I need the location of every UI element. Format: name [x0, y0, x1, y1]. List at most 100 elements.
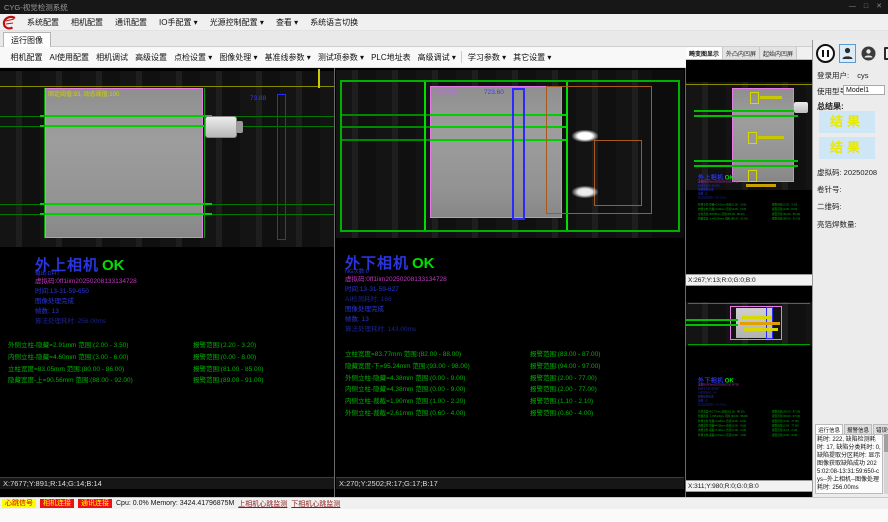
mini-tab-distortion[interactable]: 畸变图显示: [686, 47, 723, 59]
measurement-value: 隐藏宽度-下=95.24mm 范围:(93.00 - 98.00): [345, 363, 470, 370]
tool-camera-config[interactable]: 相机配置: [7, 50, 46, 65]
left-measurement-list: 外侧立柱-隐藏=2.91mm 范围:(2.00 - 3.50) 报警范围:(2.2…: [8, 340, 334, 387]
measurement-alarm: 报警范围:(89.00 - 91.00): [772, 217, 800, 222]
exit-door-icon: [883, 46, 888, 61]
yellow-marker-label: [760, 96, 782, 99]
mini-tab-start[interactable]: 起始内凹屏: [760, 47, 797, 59]
log-text-area[interactable]: 耗时: 222, 缺陷检测耗时: 17, 缺陷分类耗时: 0, 缺陷提取分区耗时…: [815, 434, 883, 494]
user-icon: [842, 47, 853, 60]
menu-language-switch[interactable]: 系统语言切换: [304, 17, 364, 28]
mini-tab-convex[interactable]: 外凸内凹屏: [723, 47, 760, 59]
measurement-alarm: 报警范围:(0.00 - 8.00): [193, 352, 256, 364]
model-input[interactable]: Model1: [843, 85, 885, 95]
menu-view[interactable]: 查看 ▾: [270, 17, 304, 28]
menu-camera-config[interactable]: 相机配置: [65, 17, 109, 28]
measurement-row: 隐藏宽度-下=95.24mm 范围:(93.00 - 98.00) 报警范围:(9…: [345, 361, 675, 373]
measurement-value: 外侧立柱-隐藏=2.91mm 范围:(2.00 - 3.50): [8, 342, 128, 349]
measurement-value: 外侧立柱-隐藏=2.91mm 范围:(2.00 - 3.50): [698, 203, 746, 206]
measurement-alarm: 报警范围:(94.00 - 97.00): [530, 361, 600, 373]
left-camera-panel[interactable]: 73.88 固定阈值:93, 动态阈值:100 外上相机OK 输出:DFIT 虚…: [0, 68, 334, 497]
connector-part: [794, 102, 808, 113]
measurement-value: 外侧立柱-隐藏=4.38mm 范围:(0.00 - 9.00): [345, 375, 465, 382]
tool-camera-debug[interactable]: 相机调试: [93, 50, 132, 65]
measurement-row: 内侧立柱-隐藏=4.60mm 范围:(3.00 - 6.00) 报警范围:(0.0…: [8, 352, 334, 364]
green-measure-line: [40, 115, 212, 117]
tool-test-params[interactable]: 测试项参数 ▾: [314, 50, 367, 65]
measurement-alarm: 报警范围:(2.20 - 3.20): [193, 340, 256, 352]
green-guide-line: [342, 114, 430, 116]
tool-other-settings[interactable]: 其它设置 ▾: [510, 50, 555, 65]
mid-result-overlay: 外下相机OK NG次数:0 虚拟码:0ff1iim202502081331347…: [345, 252, 447, 335]
measurement-value: 内侧立柱-隐藏=4.38mm 范围:(0.00 - 9.00): [345, 386, 465, 393]
left-coordinate-bar: X:7677;Y:891;R:14;G:14;B:14: [0, 477, 334, 489]
log-scrollbar[interactable]: [884, 434, 888, 494]
measurement-value: 外侧立柱-裁截=2.61mm 范围:(0.60 - 4.00): [345, 410, 465, 417]
mini-lower-coordinate-bar: X:311;Y:980;R:0;G:0;B:0: [686, 480, 812, 492]
pause-button[interactable]: [816, 44, 835, 63]
product-region: [732, 88, 794, 182]
menu-light-config[interactable]: 光源控制配置 ▾: [204, 17, 270, 28]
tool-advanced-debug[interactable]: 高级调试 ▾: [414, 50, 459, 65]
maximize-icon[interactable]: □: [864, 0, 868, 14]
frames-line: 帧数: 13: [35, 307, 137, 317]
measurement-value: 内侧立柱-隐藏=4.60mm 范围:(3.00 - 6.00): [8, 354, 128, 361]
blue-measure-box: [277, 94, 286, 240]
tool-baseline-params[interactable]: 基准线参数 ▾: [261, 50, 314, 65]
bottom-filler: [0, 509, 888, 522]
pause-icon: [822, 50, 830, 57]
exit-button[interactable]: [881, 44, 888, 63]
measurement-alarm: 报警范围:(2.00 - 77.00): [530, 384, 597, 396]
ai-box-label: AI检测框: [434, 87, 458, 96]
green-measure-line: [40, 203, 212, 205]
mini-panel-column: 畸变图显示 外凸内凹屏 起始内凹屏 外上相机OK 虚拟码:0ff1iim2025…: [686, 47, 812, 497]
green-edge-line: [424, 82, 426, 230]
login-user-value: cys: [857, 71, 868, 80]
comm-connection-badge: 通讯连接: [78, 499, 112, 508]
mini-upper-view[interactable]: 外上相机OK 虚拟码:0ff1iim20250208133134728 时间:1…: [686, 60, 812, 274]
toolbar-separator: [461, 51, 462, 63]
green-frame-line: [688, 344, 810, 345]
tool-image-process[interactable]: 图像处理 ▾: [216, 50, 261, 65]
measurement-alarm: 报警范围:(83.00 - 87.00): [530, 349, 600, 361]
title-bar: CYG-视觉检测系统 — □ ✕: [0, 0, 888, 14]
product-region: [45, 88, 203, 238]
menu-comm-config[interactable]: 通讯配置: [109, 17, 153, 28]
login-user-button[interactable]: [839, 44, 856, 63]
green-measure-line: [686, 324, 738, 326]
mini-upper-overlay: 外上相机OK 虚拟码:0ff1iim20250208133134728 时间:1…: [698, 173, 812, 221]
tool-ai-config[interactable]: AI使用配置: [46, 50, 93, 65]
measurement-value: 隐藏宽度-上=90.56mm 范围:(88.00 - 92.00): [8, 377, 133, 384]
measurement-value: 外侧立柱-裁截=2.61mm 范围:(0.60 - 4.00): [698, 434, 746, 437]
measurement-value: 外侧立柱-隐藏=4.38mm 范围:(0.00 - 9.00): [698, 420, 746, 423]
time-line: 时间:13-31-59-627: [345, 285, 447, 295]
minimize-icon[interactable]: —: [849, 0, 856, 14]
menu-system-config[interactable]: 系统配置: [21, 17, 65, 28]
menu-io-config[interactable]: IO手配置 ▾: [153, 17, 204, 28]
tab-run-image[interactable]: 运行图像: [3, 32, 51, 47]
measurement-alarm: 报警范围:(0.60 - 4.00): [530, 408, 593, 420]
green-frame-line: [688, 303, 810, 304]
switch-user-button[interactable]: [860, 44, 877, 63]
mid-coordinate-bar: X:270;Y:2502;R:17;G:17;B:17: [336, 477, 684, 489]
tool-plc-address[interactable]: PLC地址表: [368, 50, 415, 65]
yellow-marker-label: [744, 328, 778, 331]
mini-upper-coordinate-bar: X:267;Y:13;R:0;G:0;B:0: [686, 274, 812, 286]
user-dark-icon: [861, 46, 876, 61]
measurement-value: 内侧立柱-裁截=1.90mm 范围:(1.00 - 2.20): [345, 398, 465, 405]
toolbar: 相机配置 AI使用配置 相机调试 高级设置 点检设置 ▾ 图像处理 ▾ 基准线参…: [0, 47, 686, 68]
measurement-row: 隐藏宽度-上=90.56mm 范围:(88.00 - 92.00)报警范围:(8…: [8, 375, 334, 387]
tool-learn-params[interactable]: 学习参数 ▾: [464, 50, 509, 65]
barcode-line: 虚拟码:0ff1iim20250208133134728: [35, 277, 137, 287]
app-logo-icon: [2, 15, 18, 30]
result-ok: OK: [102, 257, 125, 274]
tool-spot-check[interactable]: 点检设置 ▾: [171, 50, 216, 65]
green-measure-line: [694, 115, 798, 117]
close-icon[interactable]: ✕: [876, 0, 882, 14]
green-measure-line: [40, 213, 212, 215]
tab-strip: 运行图像: [0, 31, 888, 47]
yellow-marker-label: [742, 316, 772, 319]
mid-camera-panel[interactable]: 723.60 AI检测框 外下相机OK NG次数:0 虚拟码:0ff1iim20…: [336, 68, 684, 497]
measurement-value: 立柱宽度=83.77mm 范围:(82.00 - 88.00): [698, 410, 744, 413]
mini-lower-view[interactable]: 外下相机OK 虚拟码:0ff1iim20250208133134728 时间:1…: [686, 286, 812, 480]
tool-advanced-settings[interactable]: 高级设置: [132, 50, 171, 65]
